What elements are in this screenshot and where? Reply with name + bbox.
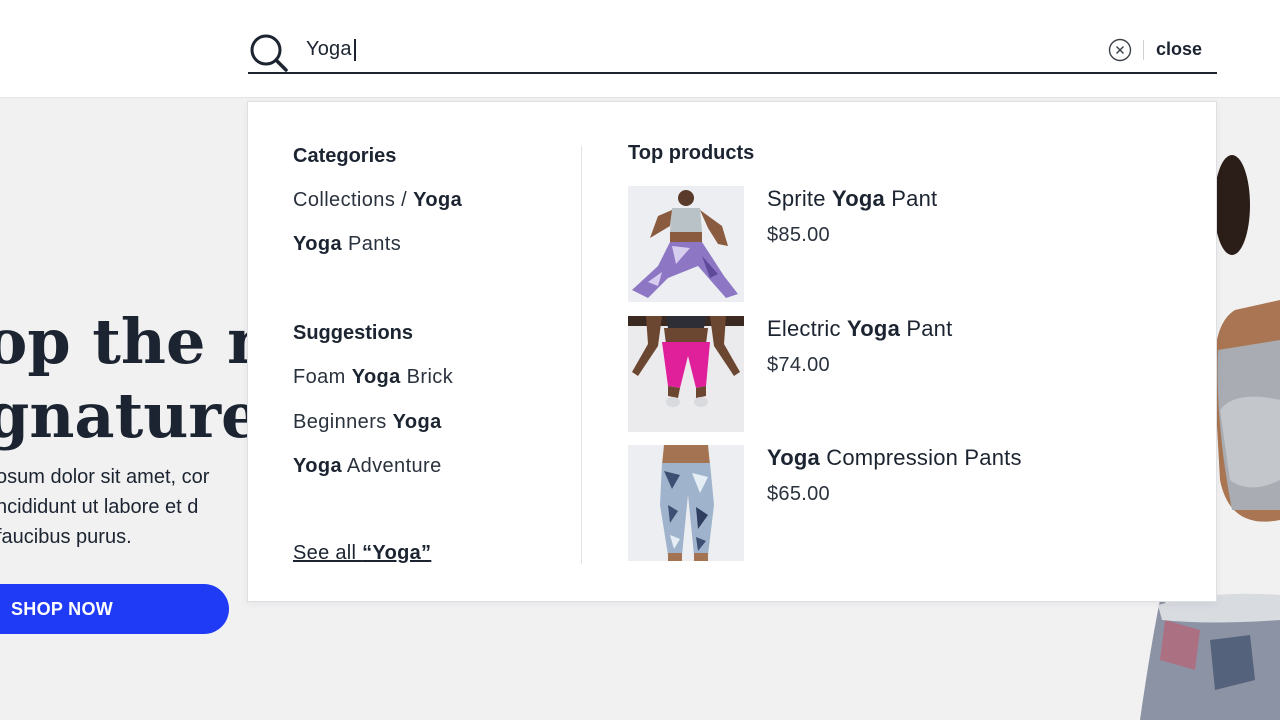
hero-body-line2: ncididunt ut labore et d bbox=[0, 496, 199, 518]
hero-body: osum dolor sit amet, cor ncididunt ut la… bbox=[0, 462, 209, 552]
product-name-text: Compression Pants bbox=[819, 445, 1022, 470]
see-all-query: “Yoga” bbox=[362, 542, 432, 564]
column-divider bbox=[581, 146, 582, 564]
suggestion-match: Yoga bbox=[392, 411, 442, 433]
product-price: $65.00 bbox=[767, 483, 830, 505]
hero-body-line1: osum dolor sit amet, cor bbox=[0, 466, 210, 488]
product-name-match: Yoga bbox=[767, 445, 820, 470]
product-price: $74.00 bbox=[767, 354, 830, 376]
product-name-match: Yoga bbox=[847, 316, 901, 341]
category-text: Collections / bbox=[293, 189, 414, 211]
top-products-title: Top products bbox=[628, 142, 755, 164]
text-caret bbox=[353, 38, 356, 61]
category-item[interactable]: Collections / Yoga bbox=[293, 189, 462, 212]
suggestion-item[interactable]: Foam Yoga Brick bbox=[293, 366, 453, 389]
suggestion-text: Adventure bbox=[342, 455, 442, 477]
suggestion-item[interactable]: Yoga Adventure bbox=[293, 455, 442, 478]
product-name[interactable]: Sprite Yoga Pant bbox=[767, 186, 937, 212]
category-match: Yoga bbox=[413, 189, 463, 211]
suggestions-title: Suggestions bbox=[293, 322, 414, 344]
see-all-prefix: See all bbox=[293, 542, 363, 564]
hero-body-line3: faucibus purus. bbox=[0, 526, 132, 548]
close-search-button[interactable]: close bbox=[1156, 39, 1202, 60]
clear-search-icon[interactable] bbox=[1108, 38, 1132, 62]
suggestion-match: Yoga bbox=[351, 366, 401, 388]
see-all-results-link[interactable]: See all “Yoga” bbox=[293, 542, 431, 565]
product-thumbnail[interactable] bbox=[628, 316, 744, 432]
site-header: Yoga close bbox=[0, 0, 1280, 98]
product-name[interactable]: Yoga Compression Pants bbox=[767, 445, 1022, 471]
search-results-dropdown: Categories Collections / Yoga Yoga Pants… bbox=[247, 101, 1217, 602]
search-actions-divider bbox=[1143, 40, 1144, 60]
search-bar[interactable]: Yoga close bbox=[248, 26, 1217, 74]
product-name-text: Pant bbox=[884, 186, 938, 211]
product-price: $85.00 bbox=[767, 224, 830, 246]
search-query-text: Yoga bbox=[306, 38, 352, 60]
product-item[interactable]: Sprite Yoga Pant $85.00 bbox=[628, 186, 1188, 304]
product-item[interactable]: Electric Yoga Pant $74.00 bbox=[628, 316, 1188, 434]
product-name-text: Electric bbox=[767, 316, 848, 341]
suggestion-match: Yoga bbox=[293, 455, 343, 477]
product-name-text: Pant bbox=[900, 316, 953, 341]
categories-title: Categories bbox=[293, 145, 397, 167]
product-thumbnail[interactable] bbox=[628, 445, 744, 561]
shop-now-label: SHOP NOW bbox=[11, 598, 114, 619]
product-name[interactable]: Electric Yoga Pant bbox=[767, 316, 952, 342]
product-name-text: Sprite bbox=[767, 186, 832, 211]
product-thumbnail[interactable] bbox=[628, 186, 744, 302]
suggestion-text: Brick bbox=[400, 366, 454, 388]
product-name-match: Yoga bbox=[831, 186, 885, 211]
search-input[interactable]: Yoga bbox=[306, 38, 356, 61]
shop-now-button[interactable]: SHOP NOW bbox=[0, 584, 229, 634]
category-match: Yoga bbox=[293, 233, 343, 255]
category-text: Pants bbox=[342, 233, 402, 255]
category-item[interactable]: Yoga Pants bbox=[293, 233, 401, 256]
suggestion-text: Foam bbox=[293, 366, 352, 388]
suggestion-text: Beginners bbox=[293, 411, 393, 433]
suggestion-item[interactable]: Beginners Yoga bbox=[293, 411, 442, 434]
search-icon[interactable] bbox=[248, 32, 288, 72]
product-item[interactable]: Yoga Compression Pants $65.00 bbox=[628, 445, 1188, 563]
